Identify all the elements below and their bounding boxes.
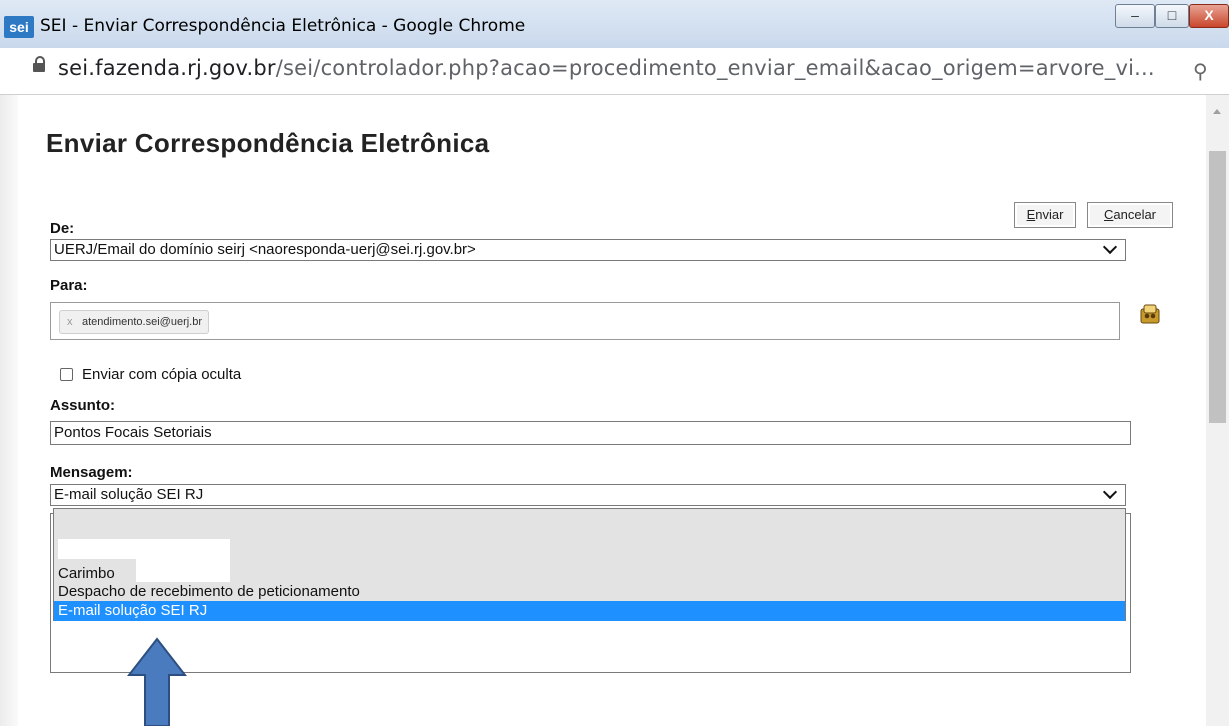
remove-chip-icon[interactable]: x — [67, 311, 73, 333]
url-host: sei.fazenda.rj.gov.br — [58, 56, 276, 80]
from-select-value: UERJ/Email do domínio seirj <naoresponda… — [54, 241, 476, 258]
cancel-button-label: Cancelar — [1103, 207, 1157, 222]
recipient-chip-label: atendimento.sei@uerj.br — [82, 316, 203, 328]
send-button-label: Enviar — [1026, 207, 1064, 222]
send-button[interactable]: Enviar — [1014, 202, 1076, 228]
to-label: Para: — [50, 277, 88, 294]
cancel-button[interactable]: Cancelar — [1087, 202, 1173, 228]
to-recipients-field[interactable]: x atendimento.sei@uerj.br — [50, 302, 1120, 340]
scrollbar-thumb[interactable] — [1209, 151, 1226, 423]
arrow-up-annotation — [127, 637, 187, 726]
contacts-icon[interactable] — [1138, 303, 1162, 325]
subject-label: Assunto: — [50, 397, 115, 414]
option-label: Despacho de recebimento de peticionament… — [58, 583, 360, 600]
scroll-up-icon[interactable] — [1213, 109, 1221, 114]
subject-input[interactable]: Pontos Focais Setoriais — [50, 421, 1131, 445]
zoom-icon[interactable]: ⚲ — [1193, 59, 1208, 84]
from-label: De: — [50, 220, 75, 237]
close-button[interactable]: X — [1189, 4, 1229, 28]
bcc-checkbox[interactable] — [60, 368, 73, 381]
vertical-scrollbar[interactable] — [1206, 95, 1229, 726]
maximize-button[interactable]: □ — [1155, 4, 1189, 28]
dropdown-option-despacho[interactable]: Despacho de recebimento de peticionament… — [54, 582, 1125, 602]
window-title-bar: sei SEI - Enviar Correspondência Eletrôn… — [0, 0, 1229, 49]
window-left-edge — [0, 95, 18, 726]
minimize-button[interactable]: – — [1115, 4, 1155, 28]
recipient-chip[interactable]: x atendimento.sei@uerj.br — [59, 310, 210, 334]
message-template-dropdown[interactable]: Carimbo Despacho de recebimento de petic… — [53, 508, 1126, 621]
option-label: E-mail solução SEI RJ — [58, 602, 208, 619]
sei-logo-icon: sei — [4, 16, 34, 38]
message-template-value: E-mail solução SEI RJ — [54, 486, 204, 503]
option-label: Carimbo — [58, 565, 115, 582]
from-select[interactable]: UERJ/Email do domínio seirj <naoresponda… — [50, 239, 1126, 261]
url-text[interactable]: sei.fazenda.rj.gov.br/sei/controlador.ph… — [58, 56, 1155, 80]
page-content: Enviar Correspondência Eletrônica Enviar… — [0, 95, 1229, 726]
dropdown-option-email-solucao[interactable]: E-mail solução SEI RJ — [54, 601, 1125, 621]
url-path: /sei/controlador.php?acao=procedimento_e… — [275, 56, 1155, 80]
chevron-down-icon — [1102, 485, 1118, 500]
bcc-label[interactable]: Enviar com cópia oculta — [82, 366, 241, 383]
dropdown-option-carimbo[interactable]: Carimbo — [54, 544, 1125, 584]
message-label: Mensagem: — [50, 464, 133, 481]
address-bar[interactable]: sei.fazenda.rj.gov.br/sei/controlador.ph… — [0, 48, 1229, 95]
lock-icon — [33, 56, 45, 72]
message-template-select[interactable]: E-mail solução SEI RJ — [50, 484, 1126, 506]
page-title: Enviar Correspondência Eletrônica — [46, 128, 490, 158]
chevron-down-icon — [1102, 240, 1118, 255]
window-title: SEI - Enviar Correspondência Eletrônica … — [40, 16, 526, 36]
